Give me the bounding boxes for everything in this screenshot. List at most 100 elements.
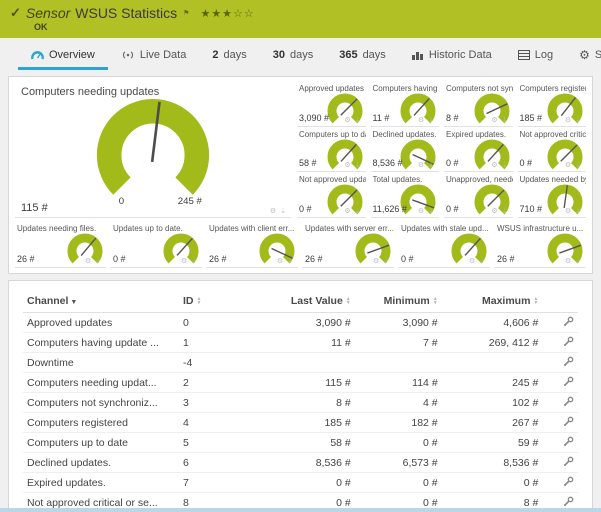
gauge-settings-icon[interactable]: ⚙: [270, 208, 277, 215]
gauge-cell[interactable]: Updates with stale upd... 0 # ⚙ ⇣: [399, 221, 490, 268]
gauge-settings-icon[interactable]: ⚙: [565, 208, 572, 215]
channel-settings-icon[interactable]: [563, 418, 574, 430]
column-header-id[interactable]: ID: [183, 295, 194, 307]
gauge-settings-icon[interactable]: ⚙: [565, 117, 572, 124]
gauge-cell[interactable]: Updates needing files. 26 # ⚙ ⇣: [15, 221, 106, 268]
channel-name: Computers not synchroniz...: [23, 397, 179, 409]
gauge-pin-icon[interactable]: ⇣: [383, 258, 390, 265]
gauge-pin-icon[interactable]: ⇣: [428, 117, 435, 124]
priority-stars[interactable]: ★★★☆☆: [200, 7, 254, 20]
gauge-pin-icon[interactable]: ⇣: [502, 162, 509, 169]
channel-maximum: 4,606 #: [442, 317, 543, 329]
gauge-cell[interactable]: Unapproved, needed u... 0 # ⚙ ⇣: [444, 172, 513, 218]
gauge-cell[interactable]: Declined updates. 8,536 # ⚙ ⇣: [371, 127, 440, 173]
gauge-settings-icon[interactable]: ⚙: [491, 117, 498, 124]
channel-minimum: 0 #: [355, 497, 442, 509]
gauge-settings-icon[interactable]: ⚙: [491, 162, 498, 169]
gauge-settings-icon[interactable]: ⚙: [418, 162, 425, 169]
tab-overview[interactable]: Overview: [18, 43, 108, 70]
gauge-cell[interactable]: Updates needed by co... 710 # ⚙ ⇣: [518, 172, 587, 218]
gauge-value: 26 #: [209, 254, 227, 264]
gauge-pin-icon[interactable]: ⇣: [355, 162, 362, 169]
gauge-pin-icon[interactable]: ⇣: [575, 258, 582, 265]
gauge-settings-icon[interactable]: ⚙: [565, 162, 572, 169]
channel-minimum: 0 #: [355, 477, 442, 489]
gauge-settings-icon[interactable]: ⚙: [344, 208, 351, 215]
gauge-pin-icon[interactable]: ⇣: [355, 117, 362, 124]
gauge-pin-icon[interactable]: ⇣: [502, 208, 509, 215]
gauge-settings-icon[interactable]: ⚙: [85, 258, 92, 265]
channel-last-value: 8 #: [240, 397, 355, 409]
column-header-maximum[interactable]: Maximum: [482, 295, 530, 307]
sensor-header: ✓ Sensor WSUS Statistics⚑ ★★★☆☆ OK: [0, 0, 601, 38]
gauge-settings-icon[interactable]: ⚙: [418, 117, 425, 124]
gauge-pin-icon[interactable]: ⇣: [575, 117, 582, 124]
tab-30-days[interactable]: 30 days: [260, 43, 327, 70]
gauge-pin-icon[interactable]: ⇣: [355, 208, 362, 215]
gauge-cell[interactable]: Computers having upd... 11 # ⚙ ⇣: [371, 81, 440, 127]
gauge-settings-icon[interactable]: ⚙: [491, 208, 498, 215]
channel-minimum: 4 #: [355, 397, 442, 409]
gauge-value: 0 #: [299, 204, 312, 214]
gauge-cell[interactable]: Updates with client err... 26 # ⚙ ⇣: [207, 221, 298, 268]
gauge-value: 710 #: [520, 204, 543, 214]
gauge-settings-icon[interactable]: ⚙: [181, 258, 188, 265]
gauge-cell[interactable]: Updates with server err... 26 # ⚙ ⇣: [303, 221, 394, 268]
channel-maximum: 245 #: [442, 377, 543, 389]
gauge-cell[interactable]: Total updates. 11,626 # ⚙ ⇣: [371, 172, 440, 218]
gauge-pin-icon[interactable]: ⇣: [95, 258, 102, 265]
gauge-pin-icon[interactable]: ⇣: [287, 258, 294, 265]
channel-settings-icon[interactable]: [563, 318, 574, 330]
gauge-pin-icon[interactable]: ⇣: [575, 208, 582, 215]
channel-maximum: 8 #: [442, 497, 543, 509]
channel-settings-icon[interactable]: [563, 338, 574, 350]
tab-365-days[interactable]: 365 days: [326, 43, 399, 70]
gauge-pin-icon[interactable]: ⇣: [479, 258, 486, 265]
gauge-pin-icon[interactable]: ⇣: [428, 162, 435, 169]
gauge-cell[interactable]: Updates up to date. 0 # ⚙ ⇣: [111, 221, 202, 268]
gauge-settings-icon[interactable]: ⚙: [565, 258, 572, 265]
gauge-pin-icon[interactable]: ⇣: [428, 208, 435, 215]
channel-settings-icon[interactable]: [563, 398, 574, 410]
primary-gauge-cell[interactable]: Computers needing updates 0 245 # 115 # …: [15, 81, 291, 218]
channel-name: Not approved critical or se...: [23, 497, 179, 509]
gauge-cell[interactable]: Computers up to date 58 # ⚙ ⇣: [297, 127, 366, 173]
column-header-channel[interactable]: Channel: [27, 295, 68, 307]
gauge-settings-icon[interactable]: ⚙: [418, 208, 425, 215]
gauge-settings-icon[interactable]: ⚙: [469, 258, 476, 265]
gauge-settings-icon[interactable]: ⚙: [373, 258, 380, 265]
gauge-cell[interactable]: Approved updates 3,090 # ⚙ ⇣: [297, 81, 366, 127]
channel-settings-icon[interactable]: [563, 378, 574, 390]
tab-historic-data[interactable]: Historic Data: [399, 43, 505, 70]
gauge-pin-icon[interactable]: ⇣: [575, 162, 582, 169]
gauge-settings-icon[interactable]: ⚙: [344, 117, 351, 124]
gauge-cell[interactable]: Computers not synchr... 8 # ⚙ ⇣: [444, 81, 513, 127]
gauge-cell[interactable]: Not approved updates 0 # ⚙ ⇣: [297, 172, 366, 218]
tab-settings[interactable]: ⚙ Settings: [566, 43, 601, 70]
gauge-value: 0 #: [113, 254, 126, 264]
channel-settings-icon[interactable]: [563, 478, 574, 490]
gauge-cell[interactable]: Computers registered 185 # ⚙ ⇣: [518, 81, 587, 127]
gauge-cell[interactable]: Not approved critical o... 0 # ⚙ ⇣: [518, 127, 587, 173]
gauge-pin-icon[interactable]: ⇣: [502, 117, 509, 124]
table-row: Expired updates. 7 0 # 0 # 0 #: [23, 473, 578, 493]
channel-last-value: 8,536 #: [240, 457, 355, 469]
gauge-settings-icon[interactable]: ⚙: [277, 258, 284, 265]
channel-settings-icon[interactable]: [563, 358, 574, 370]
tab-live-data[interactable]: Live Data: [108, 43, 199, 70]
column-header-last-value[interactable]: Last Value: [291, 295, 343, 307]
channel-settings-icon[interactable]: [563, 438, 574, 450]
column-header-minimum[interactable]: Minimum: [384, 295, 430, 307]
gauge-settings-icon[interactable]: ⚙: [344, 162, 351, 169]
tab-2-days[interactable]: 2 days: [199, 43, 259, 70]
gauge-pin-icon[interactable]: ⇣: [280, 208, 287, 215]
channel-id: -4: [179, 357, 240, 369]
channel-settings-icon[interactable]: [563, 458, 574, 470]
sensor-kind-label: Sensor: [26, 5, 70, 21]
gauge-cell[interactable]: WSUS infrastructure u... 26 # ⚙ ⇣: [495, 221, 586, 268]
gauge-value: 0 #: [520, 158, 533, 168]
gauge-cell[interactable]: Expired updates. 0 # ⚙ ⇣: [444, 127, 513, 173]
tab-log[interactable]: Log: [505, 43, 566, 70]
gauge-pin-icon[interactable]: ⇣: [191, 258, 198, 265]
gauge-scale-min: 0: [119, 196, 124, 207]
